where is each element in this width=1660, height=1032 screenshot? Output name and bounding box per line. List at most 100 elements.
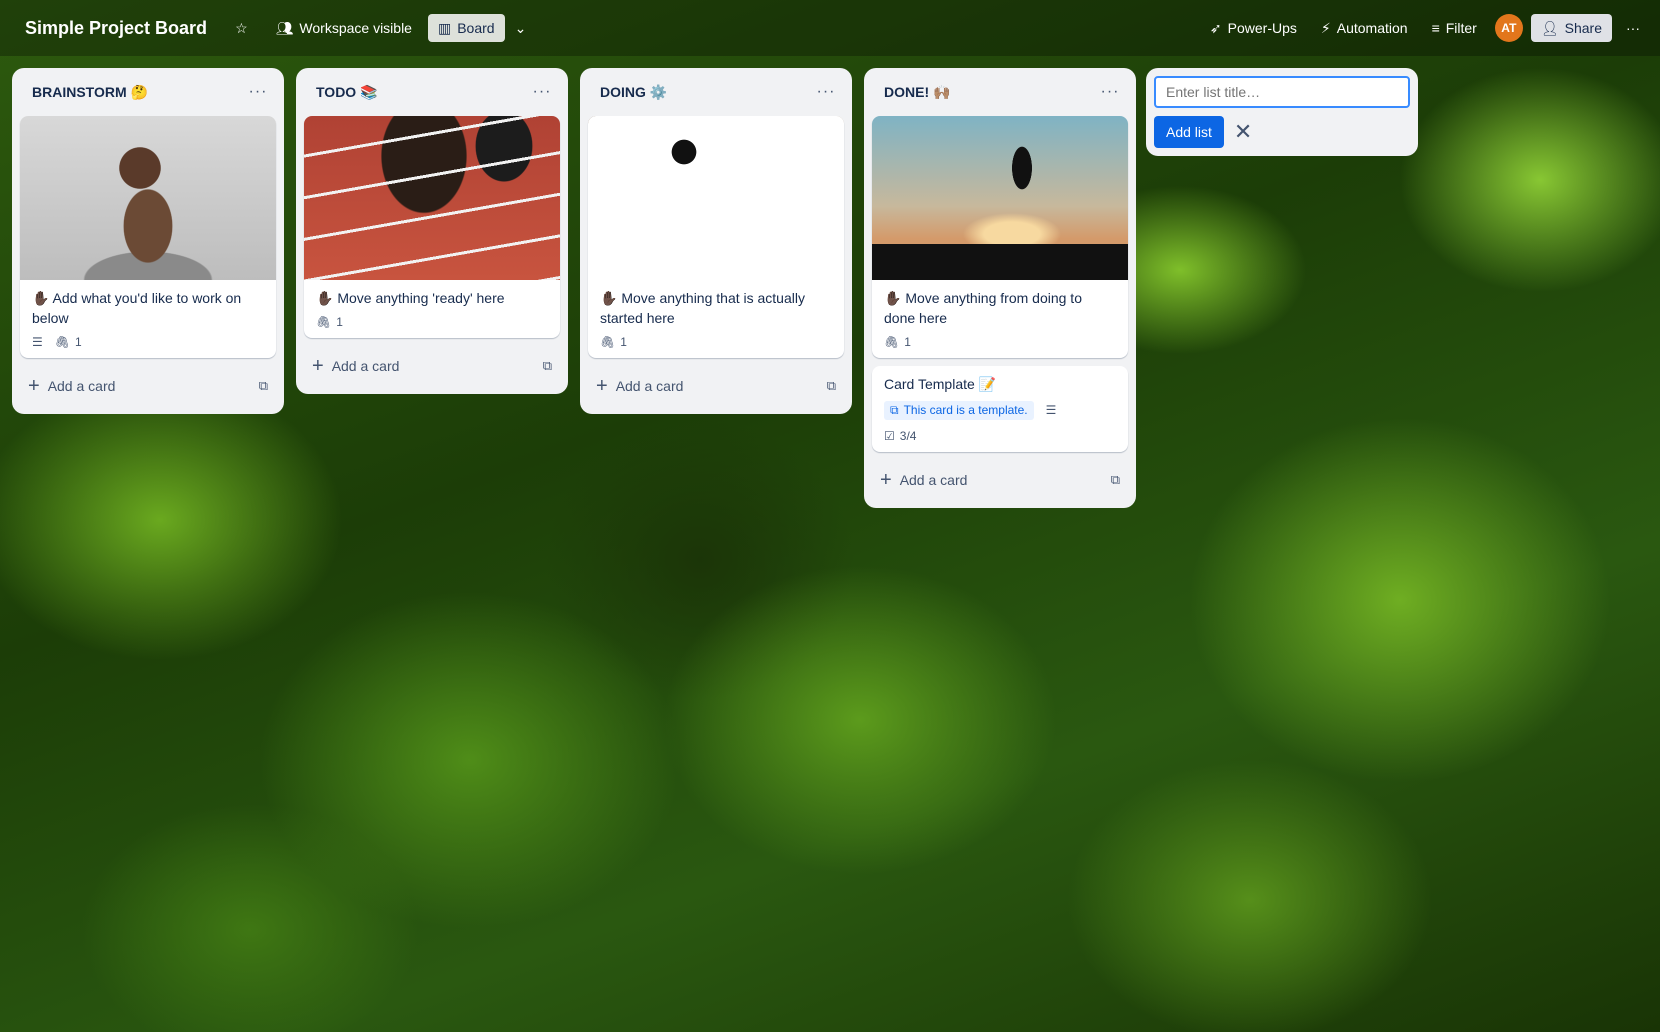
attachment-badge: 🖇︎ 1 xyxy=(600,335,627,349)
template-card[interactable]: Card Template 📝 ⧉ This card is a templat… xyxy=(872,366,1128,452)
template-badge: ⧉ This card is a template. xyxy=(884,400,1034,420)
header-actions: ➶ Power-Ups ⚡︎ Automation ≡ Filter AT 👤︎… xyxy=(1200,0,1650,56)
chevron-down-icon: ⌄ xyxy=(514,20,527,36)
automation-label: Automation xyxy=(1336,20,1408,36)
attachment-count: 1 xyxy=(904,335,911,349)
more-icon: ··· xyxy=(1626,20,1640,36)
description-badge: ☰ xyxy=(32,335,43,349)
board-title[interactable]: Simple Project Board xyxy=(25,18,207,39)
list-title-input[interactable] xyxy=(1154,76,1410,108)
board-icon: ▥ xyxy=(437,20,452,36)
card-body: ✋🏿 Move anything that is actually starte… xyxy=(588,280,844,358)
description-badge: ☰ xyxy=(1046,403,1057,417)
powerups-button[interactable]: ➶ Power-Ups xyxy=(1200,14,1307,42)
board-menu-button[interactable]: ··· xyxy=(1616,15,1650,41)
paperclip-icon: 🖇︎ xyxy=(600,335,616,349)
more-icon[interactable]: ··· xyxy=(528,83,556,101)
description-icon: ☰ xyxy=(32,335,43,349)
card-title: ✋🏿 Move anything that is actually starte… xyxy=(600,290,805,326)
list-todo: TODO 📚 ··· ✋🏿 Move anything 'ready' here… xyxy=(296,68,568,394)
card-badges-row-2: ☑ 3/4 xyxy=(884,426,1116,446)
powerups-label: Power-Ups xyxy=(1227,20,1297,36)
card-badges: 🖇︎ 1 xyxy=(316,312,548,332)
more-icon[interactable]: ··· xyxy=(812,83,840,101)
add-card-row: + Add a card ⧉ xyxy=(20,366,276,406)
add-card-label: Add a card xyxy=(899,472,968,488)
add-card-label: Add a card xyxy=(47,378,116,394)
list-brainstorm: BRAINSTORM 🤔 ··· ✋🏿 Add what you'd like … xyxy=(12,68,284,414)
card[interactable]: ✋🏿 Move anything from doing to done here… xyxy=(872,116,1128,358)
add-list-actions: Add list ✕ xyxy=(1154,116,1410,148)
card-body: ✋🏿 Move anything 'ready' here 🖇︎ 1 xyxy=(304,280,560,338)
star-icon: ☆ xyxy=(235,20,248,36)
card-cover-image xyxy=(872,116,1128,280)
filter-icon: ≡ xyxy=(1431,20,1440,36)
paperclip-icon: 🖇︎ xyxy=(54,335,70,349)
template-badge-label: This card is a template. xyxy=(903,403,1028,417)
add-card-button[interactable]: + Add a card xyxy=(312,356,399,376)
star-button[interactable]: ☆ xyxy=(227,15,256,41)
list-title[interactable]: DONE! 🙌🏽 xyxy=(884,84,950,101)
list-header: TODO 📚 ··· xyxy=(304,68,560,116)
plus-icon: + xyxy=(312,355,324,377)
card-cover-image xyxy=(588,116,844,280)
add-card-row: + Add a card ⧉ xyxy=(588,366,844,406)
automation-button[interactable]: ⚡︎ Automation xyxy=(1311,14,1418,42)
share-label: Share xyxy=(1564,20,1602,36)
create-from-template-icon[interactable]: ⧉ xyxy=(827,378,836,394)
list-title[interactable]: DOING ⚙️ xyxy=(600,84,667,101)
card[interactable]: ✋🏿 Add what you'd like to work on below … xyxy=(20,116,276,358)
more-icon[interactable]: ··· xyxy=(244,83,272,101)
add-person-icon: 👤︎ xyxy=(1540,20,1559,36)
more-icon[interactable]: ··· xyxy=(1096,83,1124,101)
close-icon[interactable]: ✕ xyxy=(1234,121,1252,143)
paperclip-icon: 🖇︎ xyxy=(316,315,332,329)
checklist-count: 3/4 xyxy=(899,429,917,443)
template-icon: ⧉ xyxy=(890,402,899,417)
card[interactable]: ✋🏿 Move anything 'ready' here 🖇︎ 1 xyxy=(304,116,560,338)
card-cover-image xyxy=(304,116,560,280)
board-view-label: Board xyxy=(457,20,495,36)
create-from-template-icon[interactable]: ⧉ xyxy=(543,358,552,374)
checkbox-icon: ☑ xyxy=(884,429,895,443)
add-card-row: + Add a card ⧉ xyxy=(872,460,1128,500)
add-list-composer: Add list ✕ xyxy=(1146,68,1418,156)
add-list-button[interactable]: Add list xyxy=(1154,116,1224,148)
add-card-label: Add a card xyxy=(331,358,400,374)
card-badges: ⧉ This card is a template. ☰ xyxy=(884,400,1116,420)
add-card-button[interactable]: + Add a card xyxy=(28,376,115,396)
attachment-count: 1 xyxy=(620,335,627,349)
card-body: ✋🏿 Move anything from doing to done here… xyxy=(872,280,1128,358)
create-from-template-icon[interactable]: ⧉ xyxy=(1111,472,1120,488)
create-from-template-icon[interactable]: ⧉ xyxy=(259,378,268,394)
attachment-badge: 🖇︎ 1 xyxy=(316,315,343,329)
card-badges: ☰ 🖇︎ 1 xyxy=(32,332,264,352)
attachment-badge: 🖇︎ 1 xyxy=(884,335,911,349)
card[interactable]: ✋🏿 Move anything that is actually starte… xyxy=(588,116,844,358)
add-card-button[interactable]: + Add a card xyxy=(880,470,967,490)
checklist-badge: ☑ 3/4 xyxy=(884,429,916,443)
card-body: ✋🏿 Add what you'd like to work on below … xyxy=(20,280,276,358)
attachment-badge: 🖇︎ 1 xyxy=(55,335,82,349)
share-button[interactable]: 👤︎ Share xyxy=(1530,14,1612,42)
visibility-button[interactable]: 👥︎ Workspace visible xyxy=(266,14,422,42)
card-badges: 🖇︎ 1 xyxy=(884,332,1116,352)
list-title[interactable]: TODO 📚 xyxy=(316,84,378,101)
avatar[interactable]: AT xyxy=(1494,14,1523,42)
filter-button[interactable]: ≡ Filter xyxy=(1422,14,1487,42)
filter-label: Filter xyxy=(1445,20,1477,36)
board-view-button[interactable]: ▥ Board xyxy=(427,14,505,42)
list-header: DONE! 🙌🏽 ··· xyxy=(872,68,1128,116)
list-doing: DOING ⚙️ ··· ✋🏿 Move anything that is ac… xyxy=(580,68,852,414)
plus-icon: + xyxy=(880,469,892,491)
card-cover-image xyxy=(20,116,276,280)
views-dropdown-button[interactable]: ⌄ xyxy=(505,15,537,41)
add-card-button[interactable]: + Add a card xyxy=(596,376,683,396)
card-title: ✋🏿 Add what you'd like to work on below xyxy=(32,290,242,326)
card-badges: 🖇︎ 1 xyxy=(600,332,832,352)
list-title[interactable]: BRAINSTORM 🤔 xyxy=(32,84,148,101)
visibility-label: Workspace visible xyxy=(299,20,412,36)
plus-icon: + xyxy=(596,375,608,397)
card-title: ✋🏿 Move anything 'ready' here xyxy=(316,290,505,306)
attachment-count: 1 xyxy=(75,335,82,349)
